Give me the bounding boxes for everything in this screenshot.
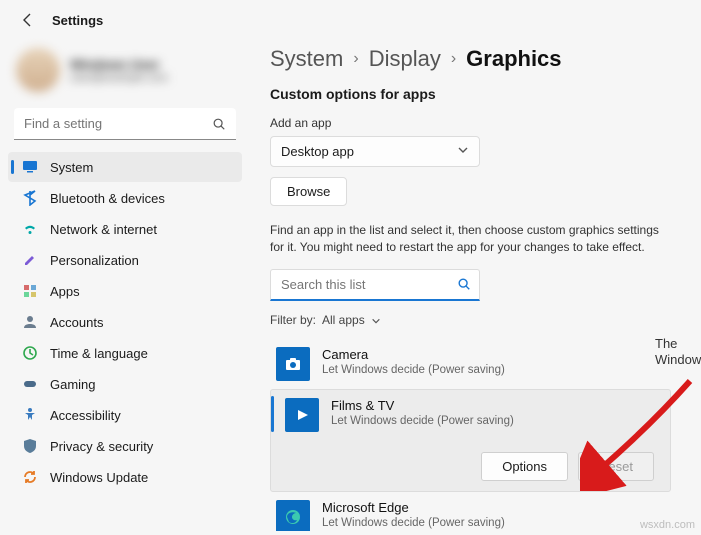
chevron-right-icon: › [451, 50, 456, 68]
sidebar-item-label: Time & language [50, 346, 148, 361]
app-item-edge[interactable]: Microsoft Edge Let Windows decide (Power… [270, 492, 671, 531]
person-icon [22, 314, 38, 330]
app-name: Camera [322, 347, 505, 362]
app-sub: Let Windows decide (Power saving) [322, 517, 505, 529]
app-sub: Let Windows decide (Power saving) [322, 364, 505, 376]
breadcrumb-system[interactable]: System [270, 46, 343, 72]
app-list-search-input[interactable] [281, 277, 449, 292]
filter-row: Filter by: All apps [270, 313, 671, 327]
sidebar-item-network[interactable]: Network & internet [8, 214, 242, 244]
sidebar-item-personalization[interactable]: Personalization [8, 245, 242, 275]
sidebar-nav: System Bluetooth & devices Network & int… [4, 152, 246, 492]
monitor-icon [22, 159, 38, 175]
sidebar-item-gaming[interactable]: Gaming [8, 369, 242, 399]
camera-icon [276, 347, 310, 381]
app-list: Camera Let Windows decide (Power saving)… [270, 339, 671, 531]
sidebar-item-label: System [50, 160, 93, 175]
app-type-select[interactable]: Desktop app [270, 136, 480, 167]
sidebar-item-label: Apps [50, 284, 80, 299]
profile-email: user@example.com [70, 72, 168, 84]
update-icon [22, 469, 38, 485]
accessibility-icon [22, 407, 38, 423]
sidebar-item-system[interactable]: System [8, 152, 242, 182]
sidebar-item-bluetooth[interactable]: Bluetooth & devices [8, 183, 242, 213]
chevron-down-icon [457, 144, 469, 159]
app-name: Films & TV [331, 398, 514, 413]
breadcrumb-graphics: Graphics [466, 46, 561, 72]
breadcrumb: System › Display › Graphics [270, 46, 671, 72]
sidebar-item-time[interactable]: Time & language [8, 338, 242, 368]
search-icon [457, 277, 471, 291]
app-list-search[interactable] [270, 269, 480, 301]
sidebar-item-label: Personalization [50, 253, 139, 268]
grid-icon [22, 283, 38, 299]
settings-title: Settings [52, 13, 103, 28]
app-item-camera[interactable]: Camera Let Windows decide (Power saving) [270, 339, 671, 389]
sidebar-item-label: Gaming [50, 377, 96, 392]
search-icon [212, 117, 226, 131]
options-button[interactable]: Options [481, 452, 568, 481]
help-text: Find an app in the list and select it, t… [270, 222, 670, 257]
filter-dropdown[interactable]: All apps [322, 313, 381, 327]
sidebar-item-privacy[interactable]: Privacy & security [8, 431, 242, 461]
topbar: Settings [0, 0, 701, 36]
clock-icon [22, 345, 38, 361]
back-icon[interactable] [20, 12, 36, 28]
find-setting-search[interactable] [14, 108, 236, 140]
films-tv-icon [285, 398, 319, 432]
profile-block[interactable]: Windows User user@example.com [4, 42, 246, 106]
edge-icon [276, 500, 310, 531]
gamepad-icon [22, 376, 38, 392]
sidebar-item-label: Accounts [50, 315, 103, 330]
profile-name: Windows User [70, 57, 168, 72]
bluetooth-icon [22, 190, 38, 206]
sidebar-item-apps[interactable]: Apps [8, 276, 242, 306]
sidebar-item-label: Network & internet [50, 222, 157, 237]
shield-icon [22, 438, 38, 454]
sidebar-item-label: Windows Update [50, 470, 148, 485]
app-sub: Let Windows decide (Power saving) [331, 415, 514, 427]
sidebar-item-accessibility[interactable]: Accessibility [8, 400, 242, 430]
main-content: System › Display › Graphics Custom optio… [250, 36, 701, 531]
sidebar: Windows User user@example.com System Blu… [0, 36, 250, 531]
section-heading: Custom options for apps [270, 86, 671, 102]
browse-button[interactable]: Browse [270, 177, 347, 206]
wifi-icon [22, 221, 38, 237]
sidebar-item-accounts[interactable]: Accounts [8, 307, 242, 337]
app-name: Microsoft Edge [322, 500, 505, 515]
chevron-right-icon: › [353, 50, 358, 68]
avatar [16, 48, 60, 92]
filter-label: Filter by: [270, 313, 316, 327]
app-actions: Options Reset [277, 444, 664, 481]
sidebar-item-label: Privacy & security [50, 439, 153, 454]
app-item-films-tv[interactable]: Films & TV Let Windows decide (Power sav… [270, 389, 671, 492]
breadcrumb-display[interactable]: Display [369, 46, 441, 72]
search-input[interactable] [14, 108, 236, 140]
reset-button: Reset [578, 452, 654, 481]
sidebar-item-label: Bluetooth & devices [50, 191, 165, 206]
select-value: Desktop app [281, 144, 354, 159]
sidebar-item-label: Accessibility [50, 408, 121, 423]
sidebar-item-windows-update[interactable]: Windows Update [8, 462, 242, 492]
add-app-label: Add an app [270, 116, 671, 130]
brush-icon [22, 252, 38, 268]
